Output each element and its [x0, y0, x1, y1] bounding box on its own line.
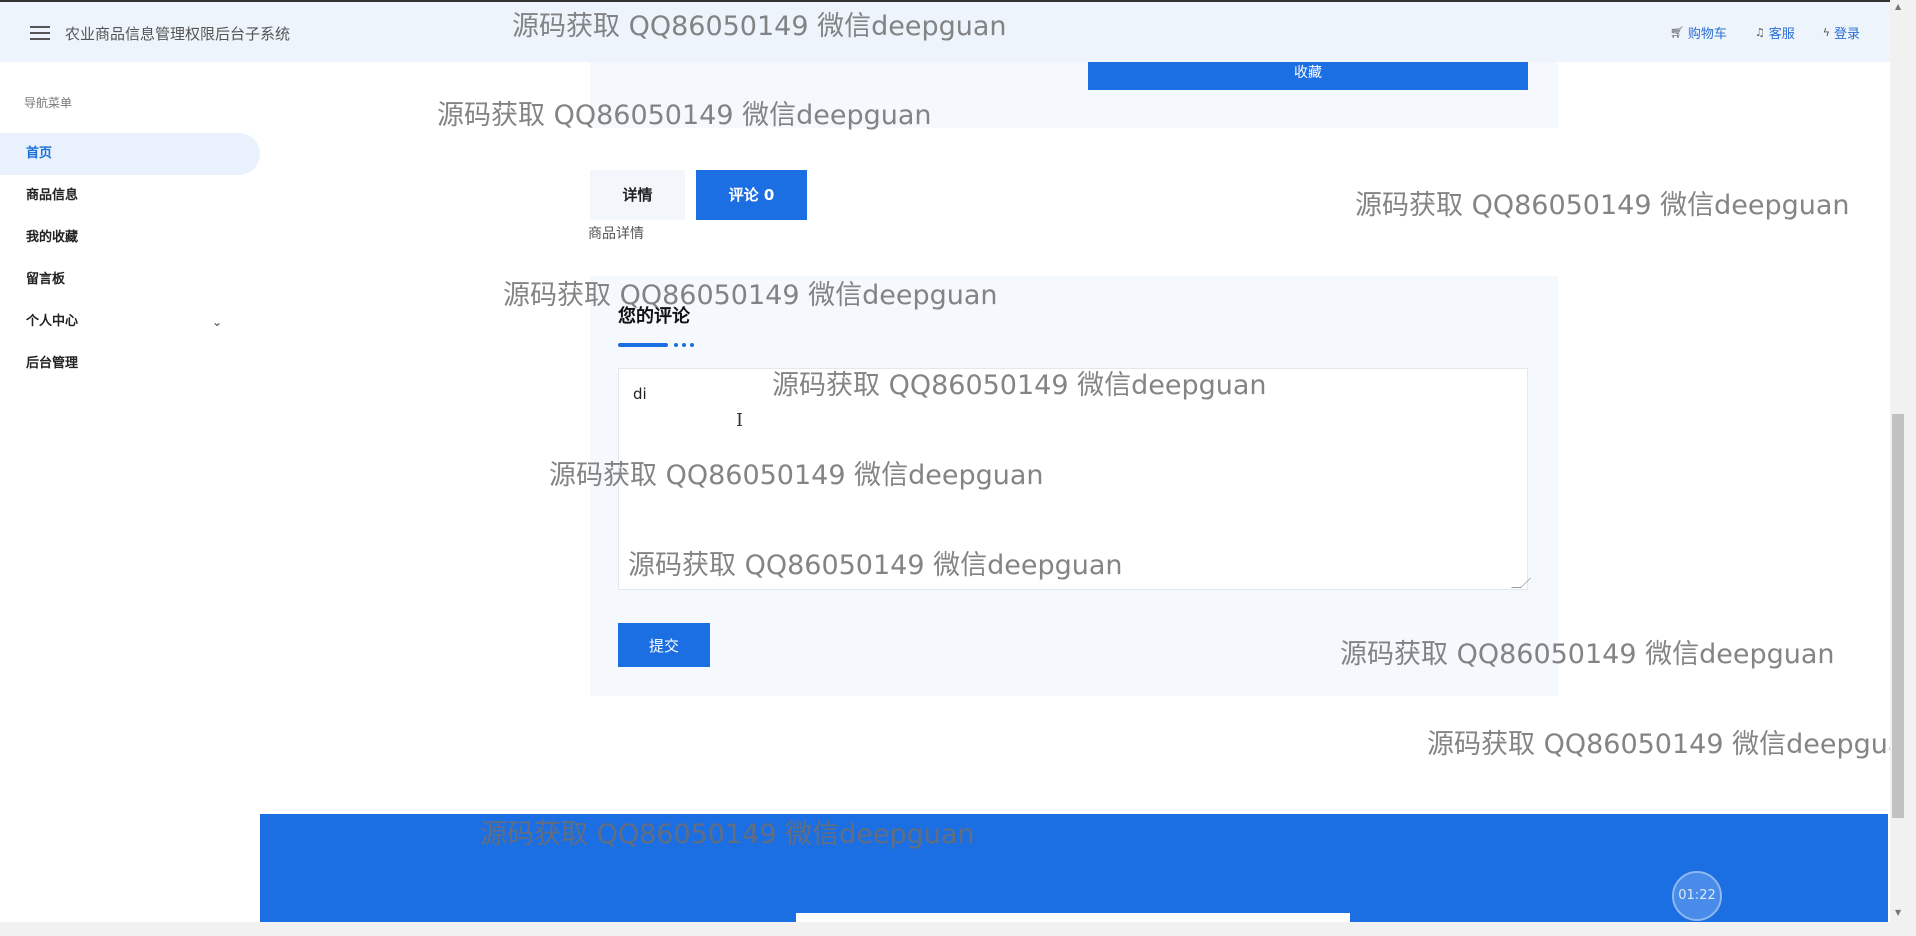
nav-title: 导航菜单	[24, 96, 73, 110]
heading-dots	[674, 343, 694, 347]
horizontal-scrollbar[interactable]	[0, 922, 1916, 936]
cart-icon: 🛒︎	[1669, 26, 1684, 39]
timer-badge: 01:22	[1672, 871, 1722, 921]
watermark: 源码获取 QQ86050149 微信deepguan	[1355, 190, 1850, 221]
watermark: 源码获取 QQ86050149 微信deepguan	[1427, 729, 1890, 760]
menu-icon[interactable]	[30, 26, 50, 40]
sidebar-item-home[interactable]: 首页	[0, 133, 260, 175]
bell-icon: ♫︎	[1754, 26, 1765, 39]
tab-detail[interactable]: 详情	[590, 170, 685, 220]
customer-service-link[interactable]: ♫︎ 客服	[1755, 23, 1795, 42]
chevron-down-icon: ⌄	[211, 315, 222, 329]
sidebar-item-message-board[interactable]: 留言板	[0, 259, 260, 301]
login-link[interactable]: ϟ 登录	[1823, 23, 1860, 42]
scroll-down-icon[interactable]: ▼	[1895, 908, 1901, 917]
text-cursor-icon: I	[736, 410, 744, 431]
tab-comment[interactable]: 评论 0	[696, 170, 807, 220]
cart-link[interactable]: 🛒︎ 购物车	[1670, 23, 1727, 42]
sidebar-item-personal-center[interactable]: 个人中心 ⌄	[0, 301, 260, 343]
heading-underline	[618, 343, 668, 347]
scroll-up-icon[interactable]: ▲	[1895, 2, 1901, 11]
footer	[260, 814, 1888, 922]
app-title: 农业商品信息管理权限后台子系统	[65, 25, 291, 43]
sidebar-item-admin[interactable]: 后台管理	[0, 343, 260, 385]
product-detail-label: 商品详情	[588, 226, 644, 242]
header-actions: 🛒︎ 购物车 ♫︎ 客服 ϟ 登录	[1670, 23, 1860, 42]
comment-heading: 您的评论	[618, 306, 690, 327]
sidebar-item-favorites[interactable]: 我的收藏	[0, 217, 260, 259]
sidebar-item-products[interactable]: 商品信息	[0, 175, 260, 217]
vertical-scroll-thumb[interactable]	[1892, 414, 1904, 818]
bolt-icon: ϟ	[1822, 26, 1830, 39]
submit-button[interactable]: 提交	[618, 623, 710, 667]
top-header: 农业商品信息管理权限后台子系统 🛒︎ 购物车 ♫︎ 客服 ϟ 登录	[0, 0, 1890, 62]
collect-button[interactable]: 收藏	[1088, 62, 1528, 90]
comment-textarea[interactable]	[618, 368, 1528, 590]
